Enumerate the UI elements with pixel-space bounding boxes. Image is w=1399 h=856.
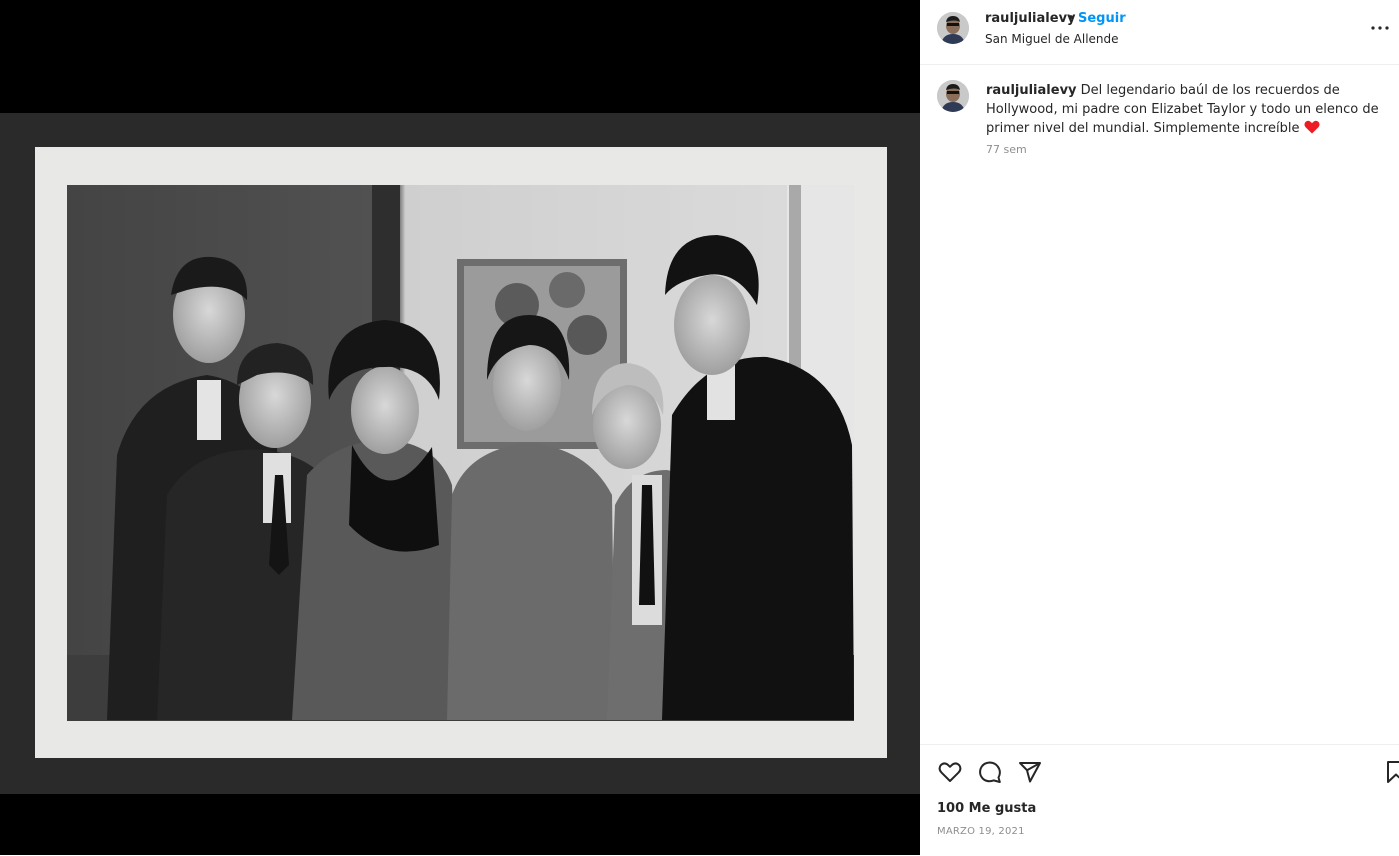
post-photo xyxy=(67,185,854,721)
post-sidebar: rauljulialevy • Seguir San Miguel de All… xyxy=(920,0,1399,855)
caption-avatar[interactable] xyxy=(937,80,969,112)
post-header: rauljulialevy • Seguir San Miguel de All… xyxy=(920,0,1399,65)
post-location[interactable]: San Miguel de Allende xyxy=(985,32,1119,46)
action-bar: 100 Me gusta MARZO 19, 2021 xyxy=(920,744,1399,856)
follow-button[interactable]: Seguir xyxy=(1078,11,1126,26)
avatar[interactable] xyxy=(937,12,969,44)
post-caption: rauljulialevy Del legendario baúl de los… xyxy=(986,81,1391,138)
header-username[interactable]: rauljulialevy xyxy=(985,11,1076,26)
post-date[interactable]: MARZO 19, 2021 xyxy=(937,826,1025,837)
likes-count[interactable]: 100 Me gusta xyxy=(937,801,1036,816)
more-horizontal-icon[interactable] xyxy=(1370,20,1390,36)
post-media[interactable] xyxy=(0,0,920,855)
comment-icon[interactable] xyxy=(977,759,1003,785)
caption-block: rauljulialevy Del legendario baúl de los… xyxy=(920,65,1399,745)
share-icon[interactable] xyxy=(1017,759,1043,785)
caption-username[interactable]: rauljulialevy xyxy=(986,83,1077,98)
red-heart-icon xyxy=(1304,120,1320,134)
bookmark-icon[interactable] xyxy=(1383,759,1399,785)
heart-icon[interactable] xyxy=(937,759,963,785)
separator-dot: • xyxy=(1067,11,1075,26)
caption-timestamp[interactable]: 77 sem xyxy=(986,143,1027,156)
